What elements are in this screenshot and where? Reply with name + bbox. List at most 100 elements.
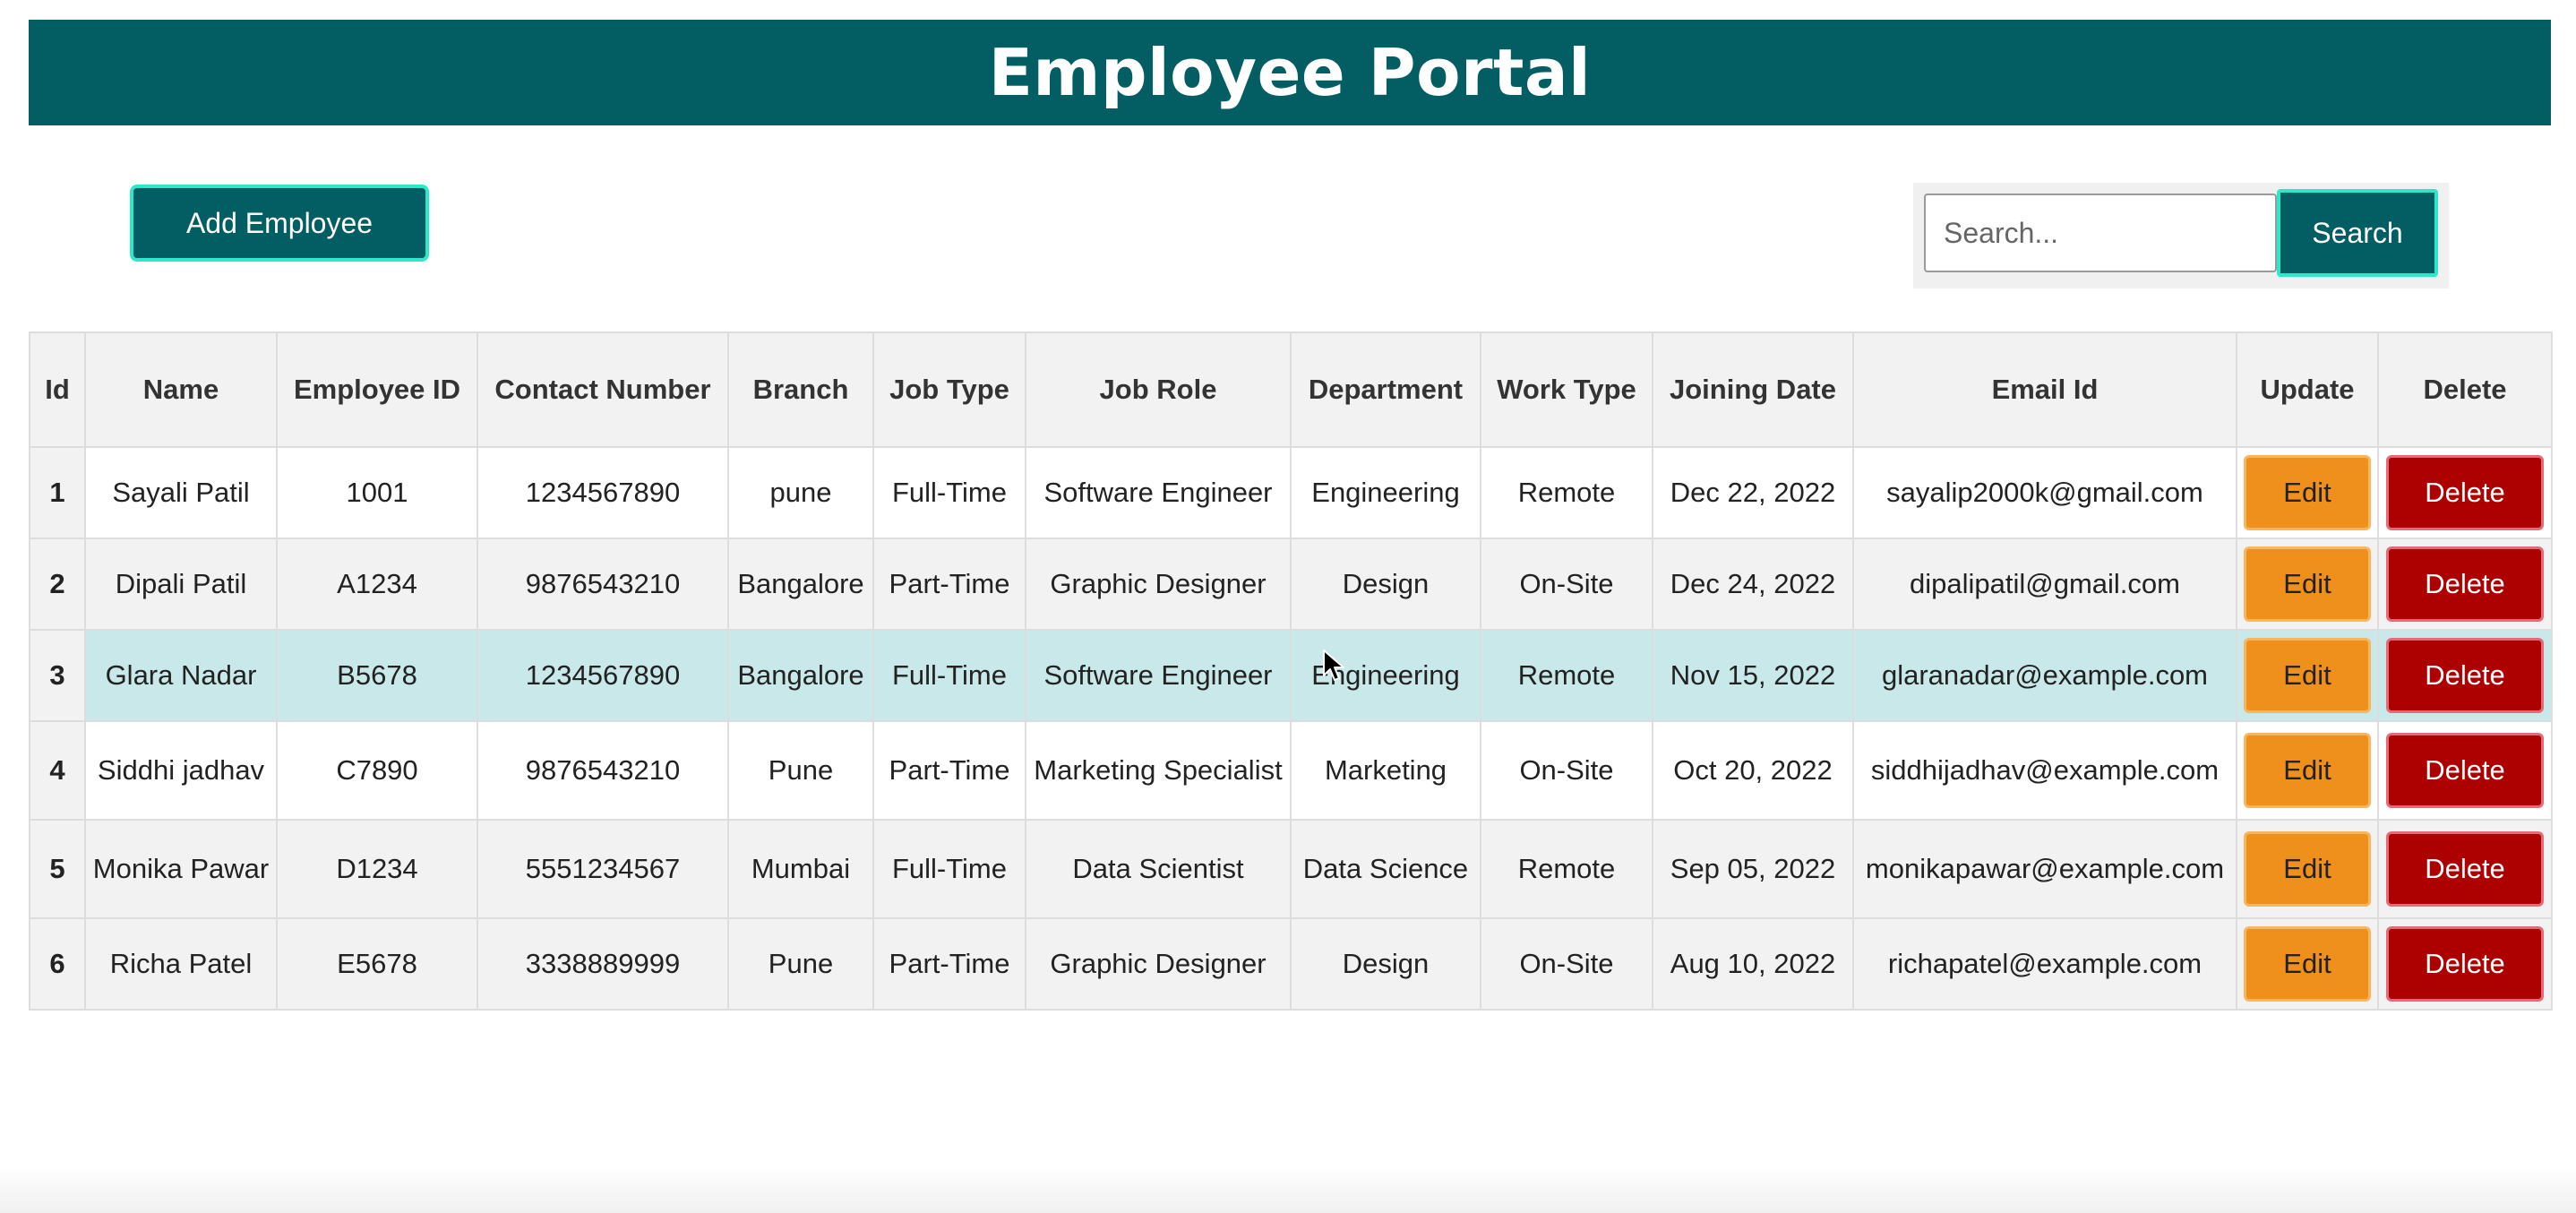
row-job-type: Part-Time	[872, 917, 1026, 1011]
row-id: 1	[29, 446, 86, 539]
delete-button[interactable]: Delete	[2386, 546, 2544, 622]
row-name: Monika Pawar	[84, 819, 278, 919]
row-update-cell: Edit	[2236, 917, 2379, 1011]
row-work-type: On-Site	[1480, 917, 1653, 1011]
row-joining-date: Nov 15, 2022	[1652, 629, 1854, 722]
column-header: Update	[2236, 331, 2379, 448]
row-job-role: Graphic Designer	[1025, 917, 1292, 1011]
column-header: Id	[29, 331, 86, 448]
window-bottom-shadow	[0, 1165, 2576, 1213]
row-email: siddhijadhav@example.com	[1852, 720, 2237, 821]
row-branch: Mumbai	[727, 819, 874, 919]
column-header: Name	[84, 331, 278, 448]
search-input[interactable]	[1924, 194, 2277, 272]
row-email: dipalipatil@gmail.com	[1852, 538, 2237, 631]
row-department: Data Science	[1290, 819, 1481, 919]
add-employee-button[interactable]: Add Employee	[130, 185, 429, 262]
page-header: Employee Portal	[29, 20, 2551, 125]
edit-button[interactable]: Edit	[2244, 733, 2371, 808]
row-delete-cell: Delete	[2377, 538, 2553, 631]
table-row: 4 Siddhi jadhav C7890 9876543210 Pune Pa…	[29, 720, 2553, 821]
row-email: monikapawar@example.com	[1852, 819, 2237, 919]
row-employee-id: 1001	[276, 446, 478, 539]
row-contact: 3338889999	[477, 917, 729, 1011]
row-employee-id: A1234	[276, 538, 478, 631]
row-id: 3	[29, 629, 86, 722]
row-job-role: Marketing Specialist	[1025, 720, 1292, 821]
row-update-cell: Edit	[2236, 538, 2379, 631]
row-id: 6	[29, 917, 86, 1011]
row-work-type: On-Site	[1480, 720, 1653, 821]
row-job-type: Full-Time	[872, 819, 1026, 919]
edit-button[interactable]: Edit	[2244, 926, 2371, 1002]
row-name: Richa Patel	[84, 917, 278, 1011]
row-employee-id: E5678	[276, 917, 478, 1011]
row-department: Design	[1290, 538, 1481, 631]
delete-button[interactable]: Delete	[2386, 733, 2544, 808]
row-employee-id: B5678	[276, 629, 478, 722]
column-header: Email Id	[1852, 331, 2237, 448]
row-name: Dipali Patil	[84, 538, 278, 631]
row-work-type: On-Site	[1480, 538, 1653, 631]
edit-button[interactable]: Edit	[2244, 831, 2371, 907]
employee-table: Id Name Employee ID Contact Number Branc…	[29, 331, 2553, 1011]
row-joining-date: Oct 20, 2022	[1652, 720, 1854, 821]
table-row: 5 Monika Pawar D1234 5551234567 Mumbai F…	[29, 819, 2553, 919]
row-email: richapatel@example.com	[1852, 917, 2237, 1011]
row-delete-cell: Delete	[2377, 629, 2553, 722]
table-row: 2 Dipali Patil A1234 9876543210 Bangalor…	[29, 538, 2553, 631]
row-department: Marketing	[1290, 720, 1481, 821]
row-joining-date: Aug 10, 2022	[1652, 917, 1854, 1011]
column-header: Job Type	[872, 331, 1026, 448]
edit-button[interactable]: Edit	[2244, 546, 2371, 622]
page-title: Employee Portal	[988, 35, 1592, 110]
delete-button[interactable]: Delete	[2386, 926, 2544, 1002]
row-job-type: Part-Time	[872, 720, 1026, 821]
row-job-type: Full-Time	[872, 446, 1026, 539]
row-department: Engineering	[1290, 629, 1481, 722]
row-work-type: Remote	[1480, 629, 1653, 722]
delete-button[interactable]: Delete	[2386, 638, 2544, 713]
row-job-role: Software Engineer	[1025, 446, 1292, 539]
row-job-role: Data Scientist	[1025, 819, 1292, 919]
row-id: 2	[29, 538, 86, 631]
row-delete-cell: Delete	[2377, 819, 2553, 919]
row-delete-cell: Delete	[2377, 720, 2553, 821]
row-email: sayalip2000k@gmail.com	[1852, 446, 2237, 539]
row-delete-cell: Delete	[2377, 446, 2553, 539]
row-contact: 9876543210	[477, 538, 729, 631]
row-contact: 9876543210	[477, 720, 729, 821]
row-branch: pune	[727, 446, 874, 539]
row-update-cell: Edit	[2236, 446, 2379, 539]
row-name: Siddhi jadhav	[84, 720, 278, 821]
row-email: glaranadar@example.com	[1852, 629, 2237, 722]
search-button[interactable]: Search	[2277, 189, 2438, 277]
table-row: 3 Glara Nadar B5678 1234567890 Bangalore…	[29, 629, 2553, 722]
delete-button[interactable]: Delete	[2386, 455, 2544, 530]
row-department: Design	[1290, 917, 1481, 1011]
row-update-cell: Edit	[2236, 720, 2379, 821]
row-employee-id: C7890	[276, 720, 478, 821]
edit-button[interactable]: Edit	[2244, 638, 2371, 713]
row-work-type: Remote	[1480, 446, 1653, 539]
column-header: Branch	[727, 331, 874, 448]
row-branch: Pune	[727, 720, 874, 821]
edit-button[interactable]: Edit	[2244, 455, 2371, 530]
table-row: 6 Richa Patel E5678 3338889999 Pune Part…	[29, 917, 2553, 1011]
row-update-cell: Edit	[2236, 629, 2379, 722]
row-job-type: Part-Time	[872, 538, 1026, 631]
row-branch: Bangalore	[727, 629, 874, 722]
row-name: Sayali Patil	[84, 446, 278, 539]
column-header: Work Type	[1480, 331, 1653, 448]
row-joining-date: Sep 05, 2022	[1652, 819, 1854, 919]
row-job-role: Graphic Designer	[1025, 538, 1292, 631]
table-header-row: Id Name Employee ID Contact Number Branc…	[29, 331, 2553, 448]
row-name: Glara Nadar	[84, 629, 278, 722]
row-job-type: Full-Time	[872, 629, 1026, 722]
row-delete-cell: Delete	[2377, 917, 2553, 1011]
row-contact: 5551234567	[477, 819, 729, 919]
delete-button[interactable]: Delete	[2386, 831, 2544, 907]
row-id: 5	[29, 819, 86, 919]
row-update-cell: Edit	[2236, 819, 2379, 919]
row-joining-date: Dec 22, 2022	[1652, 446, 1854, 539]
